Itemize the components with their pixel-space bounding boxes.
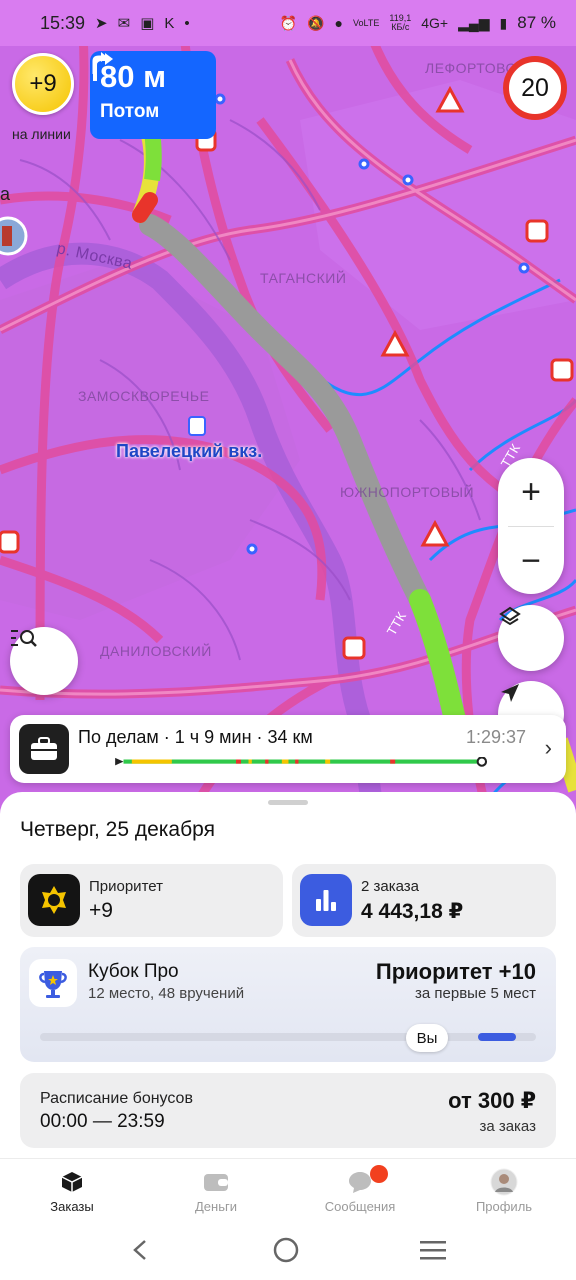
network-type: 4G+: [421, 15, 449, 31]
map-label-taganskiy: ТАГАНСКИЙ: [260, 270, 347, 286]
mute-icon: 🔕: [307, 14, 325, 31]
layers-button[interactable]: [498, 605, 564, 671]
cup-icon: [29, 959, 77, 1007]
telegram-icon: ➤: [95, 15, 108, 32]
map-label-paveletskiy: Павелецкий вкз.: [116, 441, 263, 461]
gmail-icon: ✉: [117, 15, 131, 32]
tab-profile[interactable]: Профиль: [432, 1159, 576, 1220]
orders-earnings: 4 443,18 ₽: [361, 900, 464, 923]
zoom-out-button[interactable]: −: [498, 527, 564, 595]
priority-value: +9: [89, 899, 113, 922]
bonus-schedule-label: Расписание бонусов: [40, 1090, 193, 1107]
zoom-in-button[interactable]: +: [498, 458, 564, 526]
route-eta: 1:29:37: [465, 727, 526, 747]
battery-icon: ▮: [499, 14, 508, 31]
cup-you-marker: Вы: [406, 1024, 448, 1052]
status-bar: 15:39 ➤ ✉ ▣ K • ⏰ 🔕 ● VoLTE 119,1 КБ/с 4…: [0, 0, 576, 46]
map-label-yuzhnoportovy: ЮЖНОПОРТОВЫЙ: [340, 484, 475, 500]
tab-orders-label: Заказы: [50, 1199, 94, 1214]
tab-money[interactable]: Деньги: [144, 1159, 288, 1220]
cup-top-places-segment: [478, 1033, 516, 1041]
search-list-button[interactable]: [10, 627, 78, 695]
cup-progress-track: [40, 1033, 536, 1041]
briefcase-icon: [19, 724, 69, 774]
status-time: 15:39: [40, 12, 86, 33]
sheet-grabber[interactable]: [268, 800, 308, 805]
wallet-icon: [203, 1169, 229, 1195]
route-title: По делам · 1 ч 9 мин · 34 км: [78, 727, 313, 747]
bonus-schedule-card[interactable]: Расписание бонусов 00:00 — 23:59 от 300 …: [20, 1073, 556, 1148]
app-notification-icon: ▣: [140, 15, 155, 32]
bar-chart-icon: [300, 874, 352, 926]
status-notification-icons: ➤ ✉ ▣ K •: [95, 14, 190, 33]
home-icon[interactable]: [272, 1236, 300, 1264]
location-icon: ●: [334, 15, 343, 31]
tab-messages-label: Сообщения: [324, 1199, 396, 1214]
system-navigation-bar: [0, 1220, 576, 1280]
cup-prize: Приоритет +10: [375, 959, 536, 984]
priority-bubble[interactable]: +9: [12, 53, 74, 115]
data-speed-unit: КБ/с: [391, 22, 410, 32]
map-label-zamoskvorechye: ЗАМОСКВОРЕЧЬЕ: [78, 388, 210, 404]
tab-messages[interactable]: Сообщения: [288, 1159, 432, 1220]
volte-indicator: VoLTE: [353, 17, 380, 28]
speed-limit-sign: 20: [503, 56, 567, 120]
messages-notification-dot: [370, 1165, 388, 1183]
recent-apps-icon[interactable]: [419, 1239, 447, 1261]
route-traffic-track: [115, 757, 488, 767]
tab-money-label: Деньги: [195, 1199, 237, 1214]
maneuver-card[interactable]: 80 м Потом: [90, 51, 216, 139]
kaspersky-icon: K: [164, 14, 175, 32]
navigation-arrow-icon: [501, 684, 519, 702]
chevron-right-icon: ›: [544, 735, 552, 760]
online-status-label: на линии: [12, 126, 71, 142]
priority-icon: [28, 874, 80, 926]
bonus-amount-unit: за заказ: [479, 1118, 536, 1135]
status-system-icons: ⏰ 🔕 ● VoLTE 119,1 КБ/с 4G+ ▂▄▆ ▮ 87 %: [280, 13, 556, 33]
bonus-amount: от 300 ₽: [448, 1088, 536, 1113]
search-list-icon: [11, 630, 37, 647]
cup-title: Кубок Про: [88, 961, 179, 982]
maneuver-next-label: Потом: [100, 101, 160, 122]
bottom-sheet: Четверг, 25 декабря Приоритет +9 2 заказ…: [0, 792, 576, 1157]
map-label-danilovskiy: ДАНИЛОВСКИЙ: [100, 643, 212, 659]
route-summary-bar[interactable]: По делам · 1 ч 9 мин · 34 км 1:29:37 ›: [10, 715, 566, 783]
priority-label: Приоритет: [89, 878, 163, 895]
data-speed: 119,1 КБ/с: [389, 14, 411, 32]
cup-pro-card[interactable]: Кубок Про 12 место, 48 вручений Приорите…: [20, 947, 556, 1062]
map-label-partial: а: [0, 184, 11, 204]
orders-card[interactable]: 2 заказа 4 443,18 ₽: [292, 864, 556, 937]
priority-card[interactable]: Приоритет +9: [20, 864, 283, 937]
back-icon[interactable]: [129, 1238, 153, 1262]
battery-percent: 87 %: [517, 13, 556, 32]
zoom-controls: + −: [498, 458, 564, 594]
bottom-tab-bar: Заказы Деньги Сообщения Профиль: [0, 1158, 576, 1220]
avatar-icon: [490, 1168, 518, 1196]
next-turn-right-icon: [92, 52, 107, 74]
map-label-lefortovo: ЛЕФОРТОВО: [425, 60, 517, 76]
box-icon: [60, 1169, 84, 1195]
orders-count-label: 2 заказа: [361, 878, 420, 895]
cup-prize-condition: за первые 5 мест: [415, 985, 536, 1002]
tab-orders[interactable]: Заказы: [0, 1159, 144, 1220]
layers-icon: [499, 606, 521, 626]
signal-icon: ▂▄▆: [458, 14, 490, 31]
alarm-icon: ⏰: [279, 14, 298, 31]
sheet-date: Четверг, 25 декабря: [20, 818, 215, 841]
more-dot-icon: •: [184, 14, 190, 32]
bonus-schedule-time: 00:00 — 23:59: [40, 1111, 165, 1132]
cup-subtitle: 12 место, 48 вручений: [88, 985, 245, 1002]
tab-profile-label: Профиль: [475, 1199, 533, 1214]
